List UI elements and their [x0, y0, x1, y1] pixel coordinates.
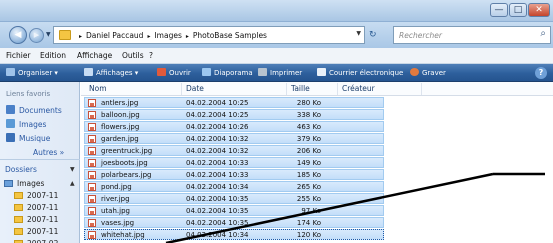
annotation-overlay — [165, 172, 545, 243]
annotation-line — [165, 172, 494, 243]
